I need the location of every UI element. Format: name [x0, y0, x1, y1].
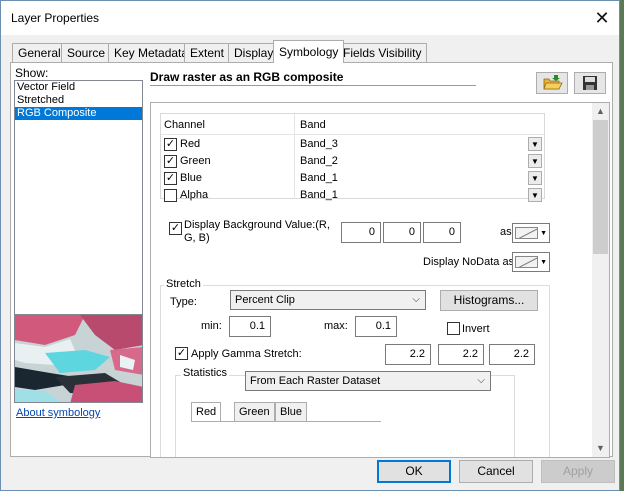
stat-tab-blue[interactable]: Blue: [275, 402, 308, 421]
no-color-icon: [518, 257, 537, 267]
about-symbology-link[interactable]: About symbology: [16, 407, 100, 419]
scroll-thumb[interactable]: [593, 120, 608, 254]
gamma-r-input[interactable]: 2.2: [385, 344, 431, 365]
tab-display[interactable]: Display: [228, 43, 280, 63]
ok-button[interactable]: OK: [377, 460, 451, 483]
band-value: Band_1: [300, 172, 338, 184]
channel-red-checkbox[interactable]: ✓: [164, 138, 177, 151]
statistics-tab-strip: Red Green Blue: [191, 402, 511, 432]
raster-preview-graphic: [15, 315, 142, 402]
background-r-input[interactable]: 0: [341, 222, 381, 243]
tab-divider: [191, 421, 381, 422]
show-item-stretched[interactable]: Stretched: [15, 94, 142, 107]
show-label: Show:: [15, 66, 49, 80]
save-layer-button[interactable]: [574, 72, 606, 94]
scroll-down-icon[interactable]: ▼: [592, 440, 609, 457]
min-label: min:: [201, 320, 222, 332]
panel-title: Draw raster as an RGB composite: [150, 70, 476, 86]
stat-tab-green[interactable]: Green: [234, 402, 275, 421]
as-label: as: [500, 226, 512, 238]
invert-label: Invert: [462, 323, 490, 335]
nodata-color-picker[interactable]: ▼: [512, 252, 550, 272]
color-swatch: [515, 227, 538, 239]
open-folder-icon: [543, 75, 563, 90]
window-title: Layer Properties: [11, 11, 100, 25]
histograms-button[interactable]: Histograms...: [440, 290, 538, 311]
statistics-group-label: Statistics: [181, 367, 230, 379]
band-dropdown-red[interactable]: ▼: [528, 137, 542, 151]
channel-label: Green: [180, 155, 211, 167]
display-background-checkbox[interactable]: ✓: [169, 222, 182, 235]
tab-key-metadata[interactable]: Key Metadata: [108, 43, 195, 63]
band-dropdown-blue[interactable]: ▼: [528, 171, 542, 185]
table-row: Alpha Band_1 ▼: [161, 187, 544, 204]
statistics-select[interactable]: From Each Raster Dataset ⌵: [245, 371, 491, 391]
tab-source[interactable]: Source: [61, 43, 112, 63]
display-nodata-label: Display NoData as: [423, 256, 515, 268]
tab-general[interactable]: General: [12, 43, 67, 63]
cancel-button[interactable]: Cancel: [459, 460, 533, 483]
table-row: ✓ Blue Band_1 ▼: [161, 170, 544, 187]
gamma-g-input[interactable]: 2.2: [438, 344, 484, 365]
statistics-value: From Each Raster Dataset: [250, 375, 381, 387]
max-input[interactable]: 0.1: [355, 316, 397, 337]
channel-green-checkbox[interactable]: ✓: [164, 155, 177, 168]
no-color-icon: [518, 228, 537, 238]
channel-band-table: Channel Band ✓ Red Band_3 ▼ ✓ Green Band…: [160, 113, 545, 202]
band-value: Band_2: [300, 155, 338, 167]
stretch-type-select[interactable]: Percent Clip ⌵: [230, 290, 426, 310]
background-color-picker[interactable]: ▼: [512, 223, 550, 243]
header-band: Band: [300, 119, 326, 131]
table-row: ✓ Red Band_3 ▼: [161, 136, 544, 153]
close-icon[interactable]: ✕: [589, 5, 615, 31]
stretch-type-value: Percent Clip: [235, 294, 295, 306]
layer-properties-dialog: Layer Properties ✕ General Source Key Me…: [0, 0, 620, 491]
title-bar: Layer Properties ✕: [1, 1, 619, 35]
table-row: ✓ Green Band_2 ▼: [161, 153, 544, 170]
stretch-type-label: Type:: [170, 296, 197, 308]
color-swatch: [515, 256, 538, 268]
chevron-down-icon: ⌵: [477, 375, 485, 386]
band-dropdown-green[interactable]: ▼: [528, 154, 542, 168]
show-item-rgb-composite[interactable]: RGB Composite: [15, 107, 142, 120]
apply-gamma-checkbox[interactable]: ✓: [175, 347, 188, 360]
open-folder-button[interactable]: [536, 72, 568, 94]
stat-tab-red[interactable]: Red: [191, 402, 222, 421]
band-value: Band_1: [300, 189, 338, 201]
display-background-label: Display Background Value:(R, G, B): [184, 219, 330, 244]
channel-blue-checkbox[interactable]: ✓: [164, 172, 177, 185]
chevron-down-icon: ⌵: [412, 294, 420, 305]
tab-extent[interactable]: Extent: [184, 43, 231, 63]
symbology-panel: Show: Vector Field Stretched RGB Composi…: [10, 62, 613, 458]
channel-label: Blue: [180, 172, 203, 184]
background-b-input[interactable]: 0: [423, 222, 461, 243]
apply-button[interactable]: Apply: [541, 460, 615, 483]
band-value: Band_3: [300, 138, 338, 150]
channel-alpha-checkbox[interactable]: [164, 189, 177, 202]
invert-checkbox[interactable]: [447, 322, 460, 335]
save-icon: [583, 76, 597, 90]
max-label: max:: [324, 320, 348, 332]
stretch-group-label: Stretch: [164, 278, 203, 290]
band-dropdown-alpha[interactable]: ▼: [528, 188, 542, 202]
scroll-up-icon[interactable]: ▲: [592, 103, 609, 120]
min-input[interactable]: 0.1: [229, 316, 271, 337]
tab-fields-visibility[interactable]: Fields Visibility: [337, 43, 428, 63]
table-header: Channel Band: [161, 114, 544, 135]
vertical-scrollbar[interactable]: ▲ ▼: [592, 103, 609, 457]
chevron-down-icon: ▼: [540, 259, 547, 266]
show-item-vector-field[interactable]: Vector Field: [15, 81, 142, 94]
symbology-scroll-area: Channel Band ✓ Red Band_3 ▼ ✓ Green Band…: [150, 102, 610, 458]
apply-gamma-label: Apply Gamma Stretch:: [191, 348, 302, 360]
raster-preview-image: [14, 314, 143, 403]
show-list: Vector Field Stretched RGB Composite: [14, 80, 143, 316]
background-g-input[interactable]: 0: [383, 222, 421, 243]
header-channel: Channel: [164, 119, 205, 131]
tab-symbology[interactable]: Symbology: [273, 40, 345, 63]
channel-label: Red: [180, 138, 201, 150]
gamma-b-input[interactable]: 2.2: [489, 344, 535, 365]
chevron-down-icon: ▼: [540, 230, 547, 237]
channel-label: Alpha: [180, 189, 209, 201]
